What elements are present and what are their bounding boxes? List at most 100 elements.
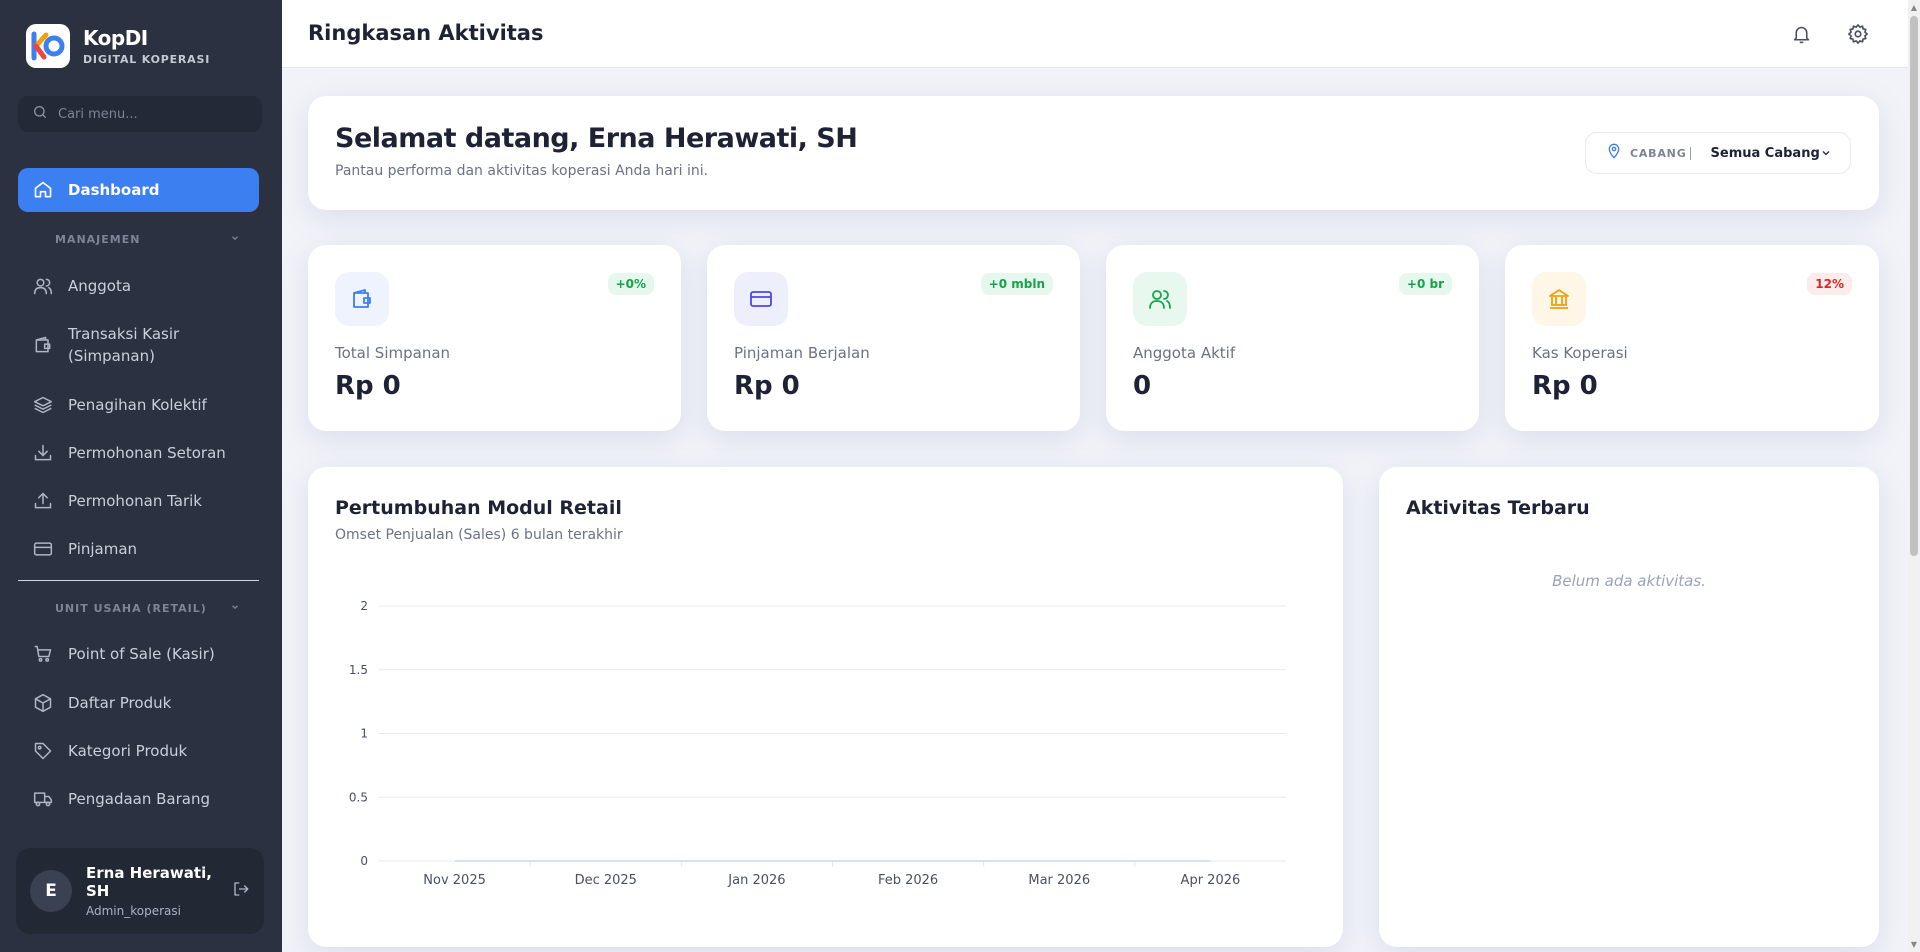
chevron-down-icon	[230, 602, 240, 615]
brand-subtitle: DIGITAL KOPERASI	[83, 53, 211, 66]
y-tick-label: 1.5	[349, 663, 368, 677]
user-name: Erna Herawati, SH	[86, 864, 212, 900]
scroll-thumb[interactable]	[1910, 16, 1918, 556]
scroll-down-arrow[interactable]: ▼	[1910, 940, 1918, 949]
branch-select[interactable]: CABANG Semua Cabang	[1585, 132, 1851, 174]
empty-activity-message: Belum ada aktivitas.	[1552, 572, 1706, 590]
kopdi-logo	[26, 24, 70, 68]
sidebar-item-label: Pengadaan Barang	[68, 790, 211, 808]
status-badge: +0 mbln	[980, 273, 1053, 295]
menu-search	[18, 96, 262, 132]
search-icon	[32, 104, 48, 124]
sidebar-item-transaksi-kasir[interactable]: Transaksi Kasir (Simpanan)	[18, 322, 259, 368]
branch-label: CABANG	[1630, 146, 1691, 160]
page-scrollbar[interactable]: ▲ ▼	[1908, 0, 1920, 952]
x-tick-label: Dec 2025	[575, 873, 637, 888]
sidebar-item-label-2: (Simpanan)	[68, 347, 155, 365]
stat-label: Kas Koperasi	[1532, 344, 1628, 362]
chevron-down-icon	[230, 233, 240, 246]
sidebar-item-anggota[interactable]: Anggota	[18, 274, 259, 298]
sidebar-item-label: Pinjaman	[68, 540, 138, 558]
y-tick-label: 0.5	[349, 790, 368, 804]
stat-value: Rp 0	[734, 371, 800, 401]
chevron-down-icon	[1820, 144, 1832, 163]
sidebar-item-pengadaan-barang[interactable]: Pengadaan Barang	[18, 787, 259, 811]
search-input[interactable]	[58, 106, 248, 122]
upload-icon	[32, 490, 54, 512]
chart-card: Pertumbuhan Modul Retail Omset Penjualan…	[308, 467, 1343, 947]
retail-growth-chart: 0 0.5 1 1.5 2 Nov 2025 Dec 2025 Jan 2026 Feb 202…	[349, 599, 1286, 888]
y-tick-label: 0	[360, 854, 368, 868]
stat-card-kas-koperasi: 12% Kas Koperasi Rp 0	[1505, 245, 1879, 431]
sidebar-item-label: Kategori Produk	[68, 742, 188, 760]
logout-icon[interactable]	[232, 880, 250, 902]
user-card: E Erna Herawati, SH Admin_koperasi	[16, 848, 264, 934]
scroll-up-arrow[interactable]: ▲	[1910, 3, 1918, 12]
welcome-subtitle: Pantau performa dan aktivitas koperasi A…	[335, 163, 709, 179]
box-icon	[32, 692, 54, 714]
brand[interactable]: KopDI DIGITAL KOPERASI	[26, 24, 210, 68]
welcome-title: Selamat datang, Erna Herawati, SH	[335, 123, 858, 154]
brand-name: KopDI	[83, 26, 148, 50]
sidebar-item-pinjaman[interactable]: Pinjaman	[18, 537, 259, 561]
gear-icon[interactable]	[1844, 20, 1872, 48]
sidebar-item-kategori-produk[interactable]: Kategori Produk	[18, 739, 259, 763]
sidebar-divider	[18, 580, 259, 581]
sidebar-item-label: Transaksi Kasir	[68, 325, 180, 343]
sidebar-item-label: Daftar Produk	[68, 694, 172, 712]
layers-icon	[32, 394, 54, 416]
stat-card-anggota-aktif: +0 br Anggota Aktif 0	[1106, 245, 1479, 431]
home-icon	[32, 179, 54, 201]
cart-icon	[32, 643, 54, 665]
activity-card: Aktivitas Terbaru Belum ada aktivitas.	[1379, 467, 1879, 947]
wallet-icon	[32, 334, 54, 356]
x-tick-label: Apr 2026	[1181, 873, 1241, 888]
section-unit-usaha[interactable]: UNIT USAHA (RETAIL)	[55, 602, 240, 615]
status-badge: +0 br	[1398, 273, 1452, 295]
status-badge: +0%	[607, 273, 654, 295]
activity-title: Aktivitas Terbaru	[1406, 497, 1590, 519]
stat-card-total-simpanan: +0% Total Simpanan Rp 0	[308, 245, 681, 431]
sidebar: KopDI DIGITAL KOPERASI Dashboard MANAJEM…	[0, 0, 282, 952]
wallet-icon	[335, 272, 389, 326]
stat-label: Anggota Aktif	[1133, 344, 1236, 362]
status-badge: 12%	[1807, 273, 1852, 295]
bank-icon	[1532, 272, 1586, 326]
y-tick-label: 2	[360, 599, 368, 613]
sidebar-item-point-of-sale[interactable]: Point of Sale (Kasir)	[18, 642, 259, 666]
sidebar-item-label: Point of Sale (Kasir)	[68, 645, 215, 663]
stat-value: 0	[1133, 371, 1152, 401]
section-label: UNIT USAHA (RETAIL)	[55, 602, 207, 615]
sidebar-item-penagihan-kolektif[interactable]: Penagihan Kolektif	[18, 393, 259, 417]
sidebar-item-label: Permohonan Setoran	[68, 444, 226, 462]
map-pin-icon	[1606, 143, 1622, 163]
y-tick-label: 1	[360, 727, 368, 741]
sidebar-item-dashboard[interactable]: Dashboard	[18, 168, 259, 212]
sidebar-item-daftar-produk[interactable]: Daftar Produk	[18, 691, 259, 715]
topbar: Ringkasan Aktivitas	[282, 0, 1908, 68]
tag-icon	[32, 740, 54, 762]
sidebar-item-permohonan-setoran[interactable]: Permohonan Setoran	[18, 441, 259, 465]
section-manajemen[interactable]: MANAJEMEN	[55, 233, 240, 246]
truck-icon	[32, 788, 54, 810]
stat-label: Total Simpanan	[335, 344, 451, 362]
credit-card-icon	[734, 272, 788, 326]
stat-value: Rp 0	[1532, 371, 1598, 401]
sidebar-item-label: Penagihan Kolektif	[68, 396, 207, 414]
sidebar-item-label: Permohonan Tarik	[68, 492, 202, 510]
sidebar-item-permohonan-tarik[interactable]: Permohonan Tarik	[18, 489, 259, 513]
stat-card-pinjaman-berjalan: +0 mbln Pinjaman Berjalan Rp 0	[707, 245, 1080, 431]
branch-value: Semua Cabang	[1710, 145, 1820, 161]
x-tick-label: Nov 2025	[423, 873, 486, 888]
bell-icon[interactable]	[1787, 20, 1815, 48]
user-role: Admin_koperasi	[86, 904, 181, 918]
sidebar-item-label: Dashboard	[68, 181, 160, 199]
users-icon	[1133, 272, 1187, 326]
download-icon	[32, 442, 54, 464]
welcome-card: Selamat datang, Erna Herawati, SH Pantau…	[308, 96, 1879, 210]
x-tick-label: Jan 2026	[727, 873, 785, 888]
sidebar-item-label: Anggota	[68, 277, 132, 295]
page-title: Ringkasan Aktivitas	[308, 21, 544, 45]
credit-card-icon	[32, 538, 54, 560]
avatar: E	[30, 870, 72, 912]
